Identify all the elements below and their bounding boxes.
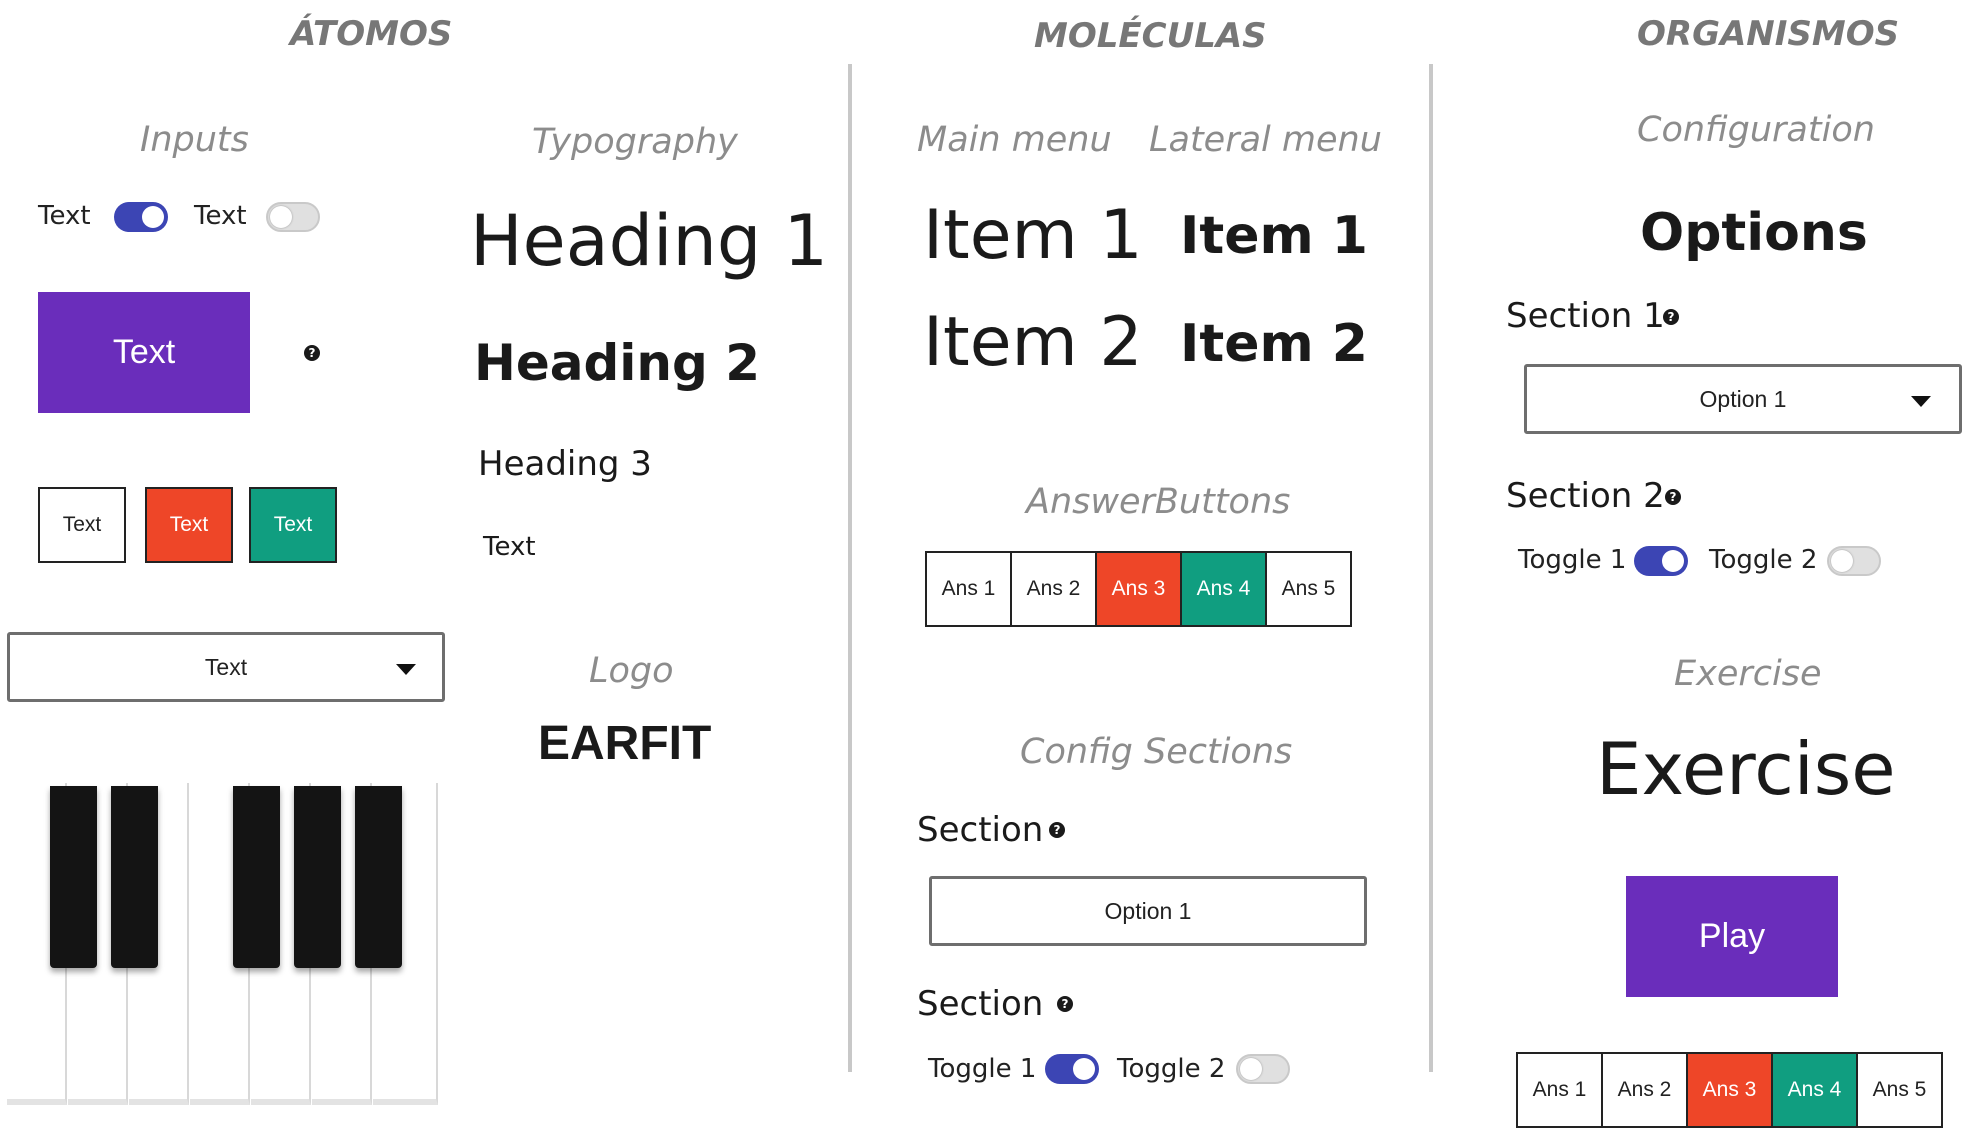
answer-button[interactable]: Ans 2: [1010, 551, 1097, 627]
toggle-switch-on[interactable]: [1634, 546, 1688, 576]
section-label: Section: [917, 984, 1044, 1024]
chevron-down-icon: [396, 664, 416, 675]
body-text: Text: [483, 532, 536, 562]
chevron-down-icon: [1911, 396, 1931, 407]
select-value: Option 1: [1699, 385, 1787, 412]
option-select[interactable]: Option 1: [1524, 364, 1962, 434]
help-icon[interactable]: ?: [1663, 309, 1679, 325]
answer-button[interactable]: Ans 5: [1265, 551, 1352, 627]
piano-black-key[interactable]: [294, 786, 341, 968]
configuration-title: Configuration: [1637, 110, 1875, 150]
section-label: Section 2: [1506, 476, 1665, 516]
piano-black-key[interactable]: [355, 786, 402, 968]
section-label: Section: [917, 810, 1044, 850]
column-title-molecules: MOLÉCULAS: [1034, 16, 1267, 56]
piano-black-key[interactable]: [233, 786, 280, 968]
play-button[interactable]: Play: [1626, 876, 1838, 997]
heading-1: Heading 1: [470, 200, 829, 282]
option-select[interactable]: Option 1: [929, 876, 1367, 946]
toggle-switch-off[interactable]: [266, 202, 320, 232]
green-button[interactable]: Text: [249, 487, 337, 563]
dropdown-value: Text: [204, 653, 248, 680]
main-menu-item[interactable]: Item 1: [923, 196, 1143, 275]
options-heading: Options: [1640, 203, 1868, 263]
answer-button[interactable]: Ans 5: [1856, 1052, 1943, 1128]
answer-button[interactable]: Ans 3: [1686, 1052, 1773, 1128]
dropdown-select[interactable]: Text: [7, 632, 445, 702]
answer-buttons-row: Ans 1 Ans 2 Ans 3 Ans 4 Ans 5: [925, 551, 1352, 627]
toggle-label: Toggle 1: [928, 1054, 1037, 1084]
answer-button[interactable]: Ans 1: [925, 551, 1012, 627]
main-menu-item[interactable]: Item 2: [923, 303, 1143, 382]
column-title-atoms: ÁTOMOS: [290, 14, 453, 54]
answer-button[interactable]: Ans 3: [1095, 551, 1182, 627]
lateral-menu-item[interactable]: Item 2: [1180, 314, 1368, 374]
exercise-title: Exercise: [1674, 654, 1822, 694]
heading-3: Heading 3: [478, 444, 652, 484]
toggle-switch-on[interactable]: [1045, 1054, 1099, 1084]
typography-title: Typography: [532, 122, 738, 162]
column-divider: [1429, 64, 1433, 1072]
heading-2: Heading 2: [474, 334, 761, 392]
piano-black-key[interactable]: [50, 786, 97, 968]
primary-button[interactable]: Text: [38, 292, 250, 413]
piano-black-key[interactable]: [111, 786, 158, 968]
answer-button[interactable]: Ans 4: [1180, 551, 1267, 627]
toggle-switch-off[interactable]: [1236, 1054, 1290, 1084]
toggle-switch-off[interactable]: [1827, 546, 1881, 576]
help-icon[interactable]: ?: [1665, 489, 1681, 505]
select-value: Option 1: [1104, 897, 1192, 924]
outline-button[interactable]: Text: [38, 487, 126, 563]
answer-button[interactable]: Ans 1: [1516, 1052, 1603, 1128]
answer-buttons-row: Ans 1 Ans 2 Ans 3 Ans 4 Ans 5: [1516, 1052, 1943, 1128]
toggle-switch-on[interactable]: [114, 202, 168, 232]
lateral-menu-title: Lateral menu: [1149, 120, 1382, 160]
column-title-organisms: ORGANISMOS: [1637, 14, 1900, 54]
help-icon[interactable]: ?: [304, 345, 320, 361]
piano-keyboard[interactable]: [7, 783, 438, 1108]
toggle-label: Text: [194, 201, 247, 231]
answer-buttons-title: AnswerButtons: [1026, 482, 1291, 522]
red-button[interactable]: Text: [145, 487, 233, 563]
toggle-label: Toggle 1: [1518, 545, 1627, 575]
section-label: Section 1: [1506, 296, 1665, 336]
lateral-menu-item[interactable]: Item 1: [1180, 206, 1368, 266]
answer-button[interactable]: Ans 2: [1601, 1052, 1688, 1128]
help-icon[interactable]: ?: [1057, 996, 1073, 1012]
inputs-title: Inputs: [140, 120, 249, 160]
logo-title: Logo: [589, 651, 674, 691]
toggle-label: Text: [38, 201, 91, 231]
exercise-heading: Exercise: [1596, 727, 1896, 811]
answer-button[interactable]: Ans 4: [1771, 1052, 1858, 1128]
earfit-logo: EARFIT: [538, 717, 712, 770]
toggle-label: Toggle 2: [1709, 545, 1818, 575]
toggle-label: Toggle 2: [1117, 1054, 1226, 1084]
column-divider: [848, 64, 852, 1072]
help-icon[interactable]: ?: [1049, 822, 1065, 838]
main-menu-title: Main menu: [917, 120, 1112, 160]
config-sections-title: Config Sections: [1020, 732, 1293, 772]
